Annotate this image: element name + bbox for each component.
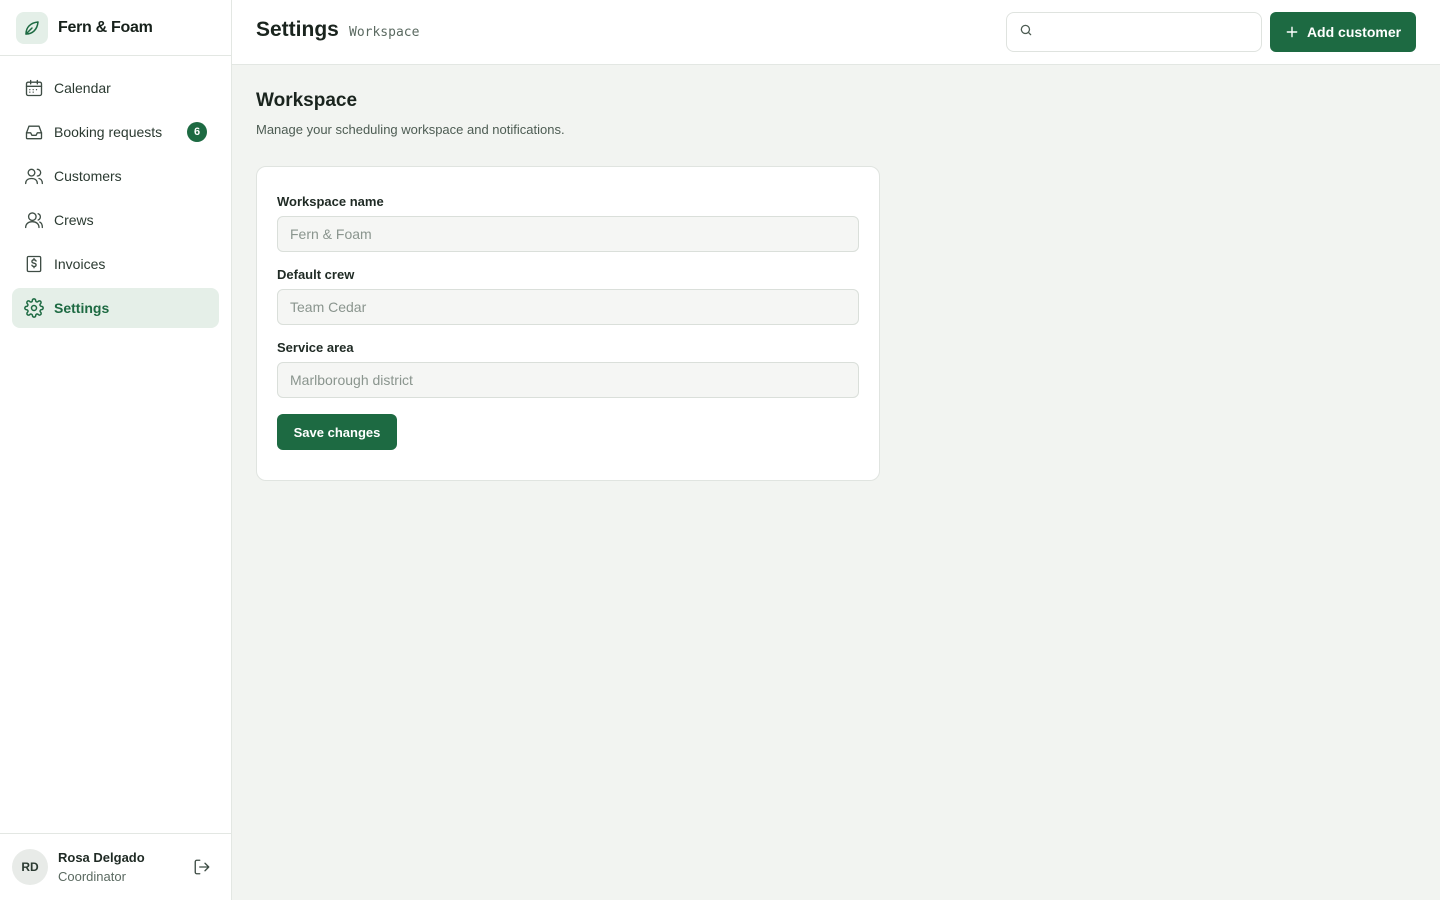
default-crew-field-group: Default crew	[277, 267, 859, 325]
sidebar-item-settings[interactable]: Settings	[12, 288, 219, 328]
field-label: Default crew	[277, 267, 355, 282]
sidebar-item-label: Invoices	[54, 256, 106, 272]
user-name: Rosa Delgado	[58, 850, 145, 865]
section-description: Manage your scheduling workspace and not…	[256, 122, 565, 137]
search-input[interactable]	[1041, 17, 1251, 47]
avatar[interactable]: RD	[12, 849, 48, 885]
workspace-name-input[interactable]	[277, 216, 859, 252]
inbox-icon	[24, 122, 44, 142]
top-header: Settings Workspace Add customer	[232, 0, 1440, 65]
brand-name: Fern & Foam	[58, 18, 153, 36]
add-customer-button[interactable]: Add customer	[1270, 12, 1416, 52]
service-area-input[interactable]	[277, 362, 859, 398]
main-content: Workspace Manage your scheduling workspa…	[256, 90, 880, 481]
sidebar-item-customers[interactable]: Customers	[12, 156, 219, 196]
sidebar-item-label: Customers	[54, 168, 122, 184]
user-role: Coordinator	[58, 869, 126, 884]
sidebar: Fern & Foam Calendar Booking requests 6	[0, 0, 232, 900]
sidebar-item-invoices[interactable]: Invoices	[12, 244, 219, 284]
sidebar-item-label: Booking requests	[54, 124, 163, 140]
sidebar-item-booking-requests[interactable]: Booking requests 6	[12, 112, 219, 152]
default-crew-input[interactable]	[277, 289, 859, 325]
calendar-icon	[24, 78, 44, 98]
sidebar-item-calendar[interactable]: Calendar	[12, 68, 219, 108]
sidebar-item-label: Calendar	[54, 80, 111, 96]
sidebar-item-label: Settings	[54, 300, 110, 316]
add-customer-label: Add customer	[1306, 24, 1402, 40]
crew-icon	[24, 210, 44, 230]
sidebar-item-label: Crews	[54, 212, 94, 228]
workspace-name-field-group: Workspace name	[277, 194, 859, 252]
brand[interactable]: Fern & Foam	[0, 0, 231, 56]
plus-icon	[1285, 25, 1299, 39]
section-title: Workspace	[256, 90, 358, 111]
sidebar-item-crews[interactable]: Crews	[12, 200, 219, 240]
save-changes-button[interactable]: Save changes	[277, 414, 397, 450]
count-badge: 6	[187, 122, 207, 142]
search-box[interactable]	[1006, 12, 1262, 52]
gear-icon	[24, 298, 44, 318]
logout-icon[interactable]	[193, 858, 211, 876]
field-label: Workspace name	[277, 194, 384, 209]
page-title: Settings	[256, 18, 339, 41]
receipt-icon	[24, 254, 44, 274]
search-icon	[1019, 23, 1033, 42]
sidebar-nav: Calendar Booking requests 6 Customers Cr…	[0, 56, 231, 328]
users-icon	[24, 166, 44, 186]
user-profile: RD Rosa Delgado Coordinator	[0, 833, 231, 900]
breadcrumb: Workspace	[349, 25, 420, 40]
workspace-settings-form: Workspace name Default crew Service area…	[256, 166, 880, 481]
field-label: Service area	[277, 340, 354, 355]
service-area-field-group: Service area	[277, 340, 859, 398]
leaf-icon	[16, 11, 48, 44]
